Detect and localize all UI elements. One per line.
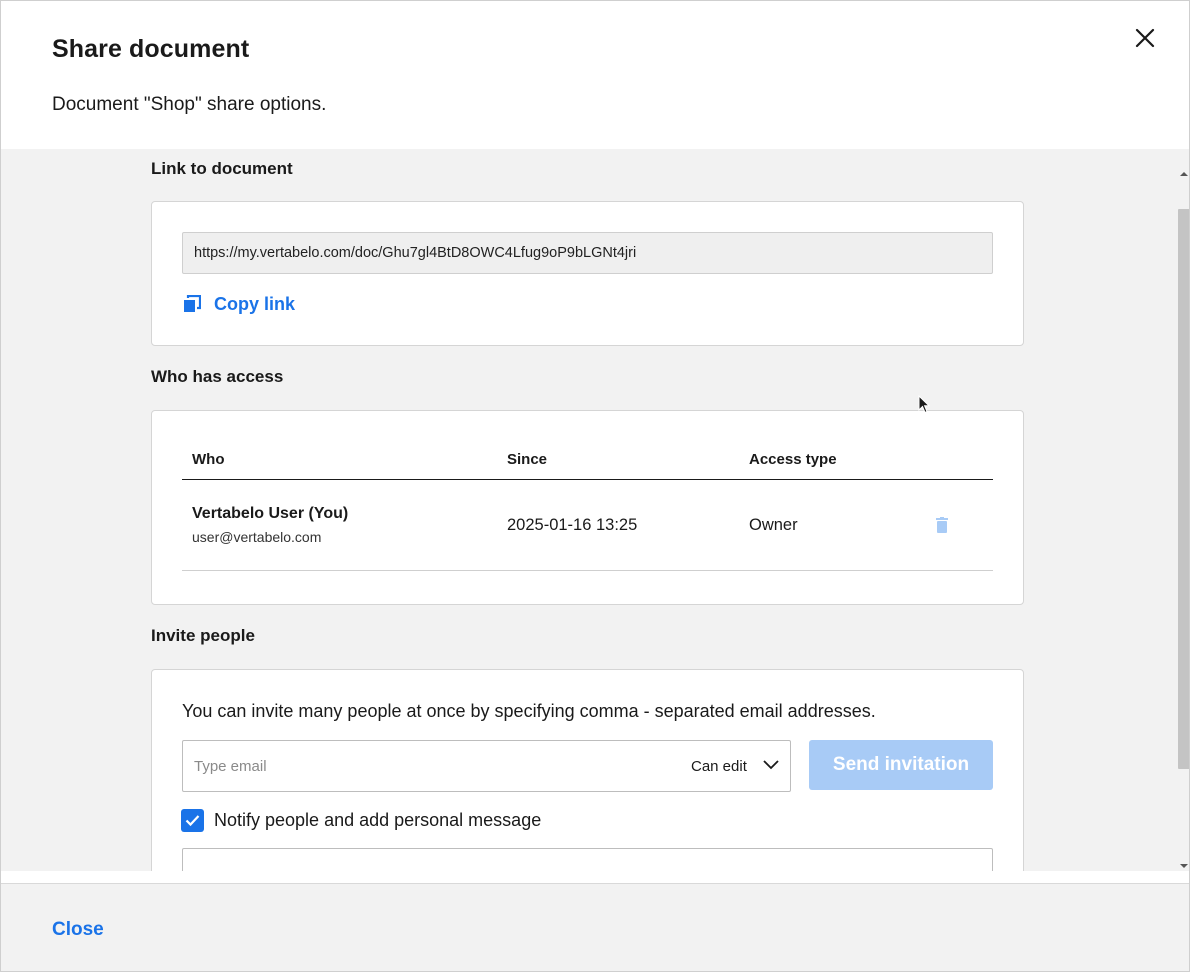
check-icon — [185, 815, 200, 827]
scroll-down-arrow-icon[interactable] — [1180, 857, 1188, 868]
trash-icon[interactable] — [936, 517, 948, 533]
close-icon[interactable] — [1130, 23, 1160, 53]
user-name: Vertabelo User (You) — [192, 505, 349, 522]
access-section-title: Who has access — [151, 367, 284, 386]
table-header-divider — [182, 479, 993, 480]
dialog-body: Link to document https://my.vertabelo.co… — [1, 149, 1177, 871]
user-email: user@vertabelo.com — [192, 529, 322, 545]
copy-icon — [184, 295, 201, 312]
dialog-subtitle: Document "Shop" share options. — [52, 94, 327, 115]
column-header-since: Since — [507, 451, 548, 468]
invite-card: You can invite many people at once by sp… — [151, 669, 1024, 871]
permission-value: Can edit — [691, 757, 747, 775]
copy-link-label: Copy link — [214, 293, 296, 314]
vertical-scrollbar[interactable] — [1177, 149, 1189, 871]
dialog-title: Share document — [52, 35, 250, 63]
access-card: Who Since Access type Vertabelo User (Yo… — [151, 410, 1024, 605]
access-type-value: Owner — [749, 516, 798, 534]
link-section-title: Link to document — [151, 159, 293, 178]
column-header-who: Who — [192, 451, 225, 468]
close-button[interactable]: Close — [52, 919, 104, 941]
send-invitation-button[interactable]: Send invitation — [809, 740, 993, 790]
copy-link-button[interactable]: Copy link — [183, 292, 295, 316]
chevron-down-icon — [763, 760, 779, 770]
column-header-access-type: Access type — [749, 451, 837, 468]
dialog-footer: Close — [1, 883, 1189, 971]
personal-message-field[interactable] — [182, 848, 993, 871]
mouse-cursor-icon — [918, 394, 931, 419]
email-input-group: Can edit — [182, 740, 791, 792]
share-document-dialog: Share document Document "Shop" share opt… — [0, 0, 1190, 972]
invite-hint: You can invite many people at once by sp… — [182, 701, 876, 721]
notify-label: Notify people and add personal message — [214, 810, 542, 830]
permission-select[interactable]: Can edit — [691, 741, 791, 791]
table-row-divider — [182, 570, 993, 571]
scroll-up-arrow-icon[interactable] — [1180, 165, 1188, 176]
dialog-header: Share document Document "Shop" share opt… — [1, 1, 1189, 149]
invite-section-title: Invite people — [151, 626, 255, 645]
notify-checkbox[interactable] — [181, 809, 204, 832]
scrollbar-thumb[interactable] — [1178, 209, 1189, 769]
email-input[interactable] — [184, 742, 664, 790]
link-card: https://my.vertabelo.com/doc/Ghu7gl4BtD8… — [151, 201, 1024, 346]
document-link-field[interactable]: https://my.vertabelo.com/doc/Ghu7gl4BtD8… — [182, 232, 993, 274]
since-value: 2025-01-16 13:25 — [507, 516, 638, 534]
